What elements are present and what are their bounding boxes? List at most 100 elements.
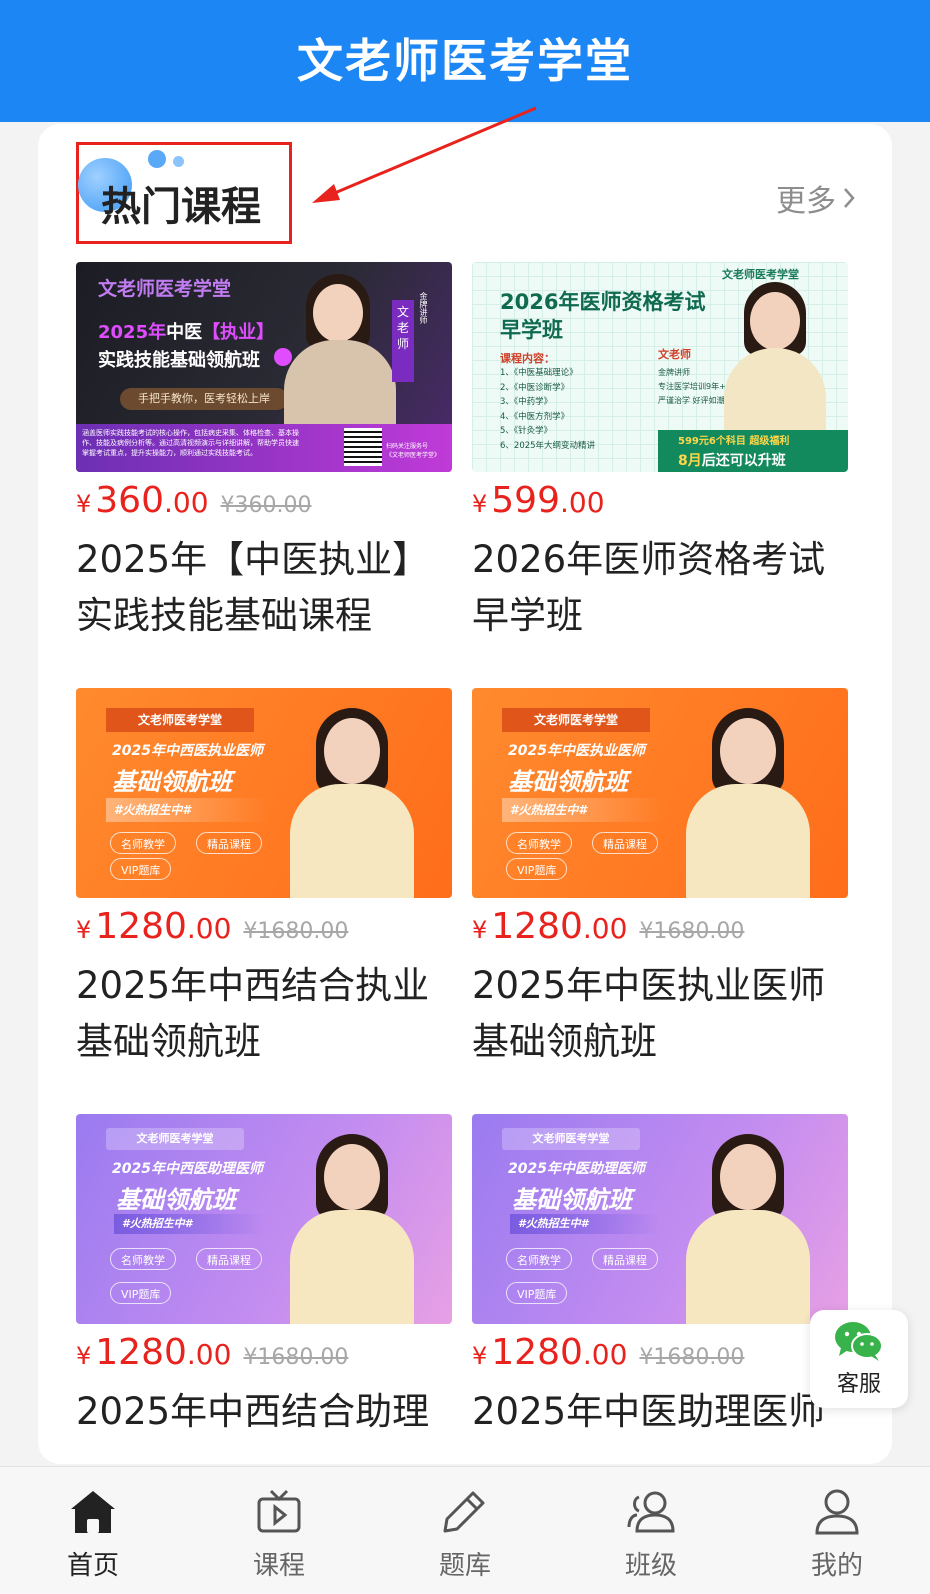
- teacher-title: 金牌讲师: [419, 292, 428, 324]
- thumb-tagline: 手把手教你，医考轻松上岸: [120, 388, 288, 410]
- course-name[interactable]: 2025年中医执业医师基础领航班: [472, 958, 848, 1070]
- tab-label: 班级: [624, 1551, 677, 1581]
- title-bubble-decoration: [148, 150, 166, 168]
- course-thumbnail[interactable]: 文老师医考学堂 2025年中医执业医师 基础领航班 #火热招生中# 名师教学 精…: [472, 688, 848, 898]
- pencil-icon: [443, 1491, 485, 1533]
- more-label: 更多: [776, 184, 836, 219]
- price-decimal: .00: [582, 1338, 628, 1371]
- thumb-chip: 名师教学: [506, 1248, 572, 1270]
- tab-question-bank[interactable]: 题库: [372, 1467, 558, 1594]
- price-row: ¥ 1280 .00 ¥1680.00: [76, 1332, 348, 1382]
- tab-courses[interactable]: 课程: [186, 1467, 372, 1594]
- app-title: 文老师医考学堂: [297, 34, 633, 88]
- thumb-title: 基础领航班: [116, 1186, 236, 1214]
- original-price: ¥1680.00: [243, 1345, 349, 1370]
- video-icon: [257, 1489, 301, 1533]
- bottom-tab-bar: 首页 课程 题库 班级 我的: [0, 1466, 930, 1594]
- thumb-chip: VIP题库: [110, 1282, 172, 1304]
- price-row: ¥ 1280 .00 ¥1680.00: [76, 906, 348, 956]
- thumb-chip: 名师教学: [110, 1248, 176, 1270]
- users-icon: [627, 1491, 675, 1533]
- original-price: ¥1680.00: [639, 919, 745, 944]
- original-price: ¥360.00: [220, 493, 312, 518]
- price-row: ¥ 599 .00: [472, 480, 617, 530]
- thumb-teacher: 文老师: [658, 348, 691, 361]
- course-name[interactable]: 2026年医师资格考试早学班: [472, 532, 848, 644]
- thumb-teacher-lines: 金牌讲师 专注医学培训9年+ 严谨治学 好评如潮: [658, 368, 726, 405]
- course-thumbnail[interactable]: 文老师医考学堂 2025年中西医助理医师 基础领航班 #火热招生中# 名师教学 …: [76, 1114, 452, 1324]
- original-price: ¥1680.00: [639, 1345, 745, 1370]
- thumb-chip: VIP题库: [506, 858, 568, 880]
- thumb-title: 基础领航班: [112, 768, 232, 796]
- tab-profile[interactable]: 我的: [744, 1467, 930, 1594]
- thumb-chip: 名师教学: [506, 832, 572, 854]
- thumb-headline: 2025年中医【执业】: [98, 322, 275, 343]
- wechat-icon: [835, 1322, 883, 1361]
- user-icon: [815, 1489, 859, 1535]
- qr-note: 扫码关注服务号 《文老师医考学堂》: [386, 443, 441, 459]
- tab-class[interactable]: 班级: [558, 1467, 744, 1594]
- price-row: ¥ 360 .00 ¥360.00: [76, 480, 312, 530]
- price-integer: 1280: [95, 906, 187, 947]
- teacher-photo: [280, 274, 400, 424]
- thumb-hot: #火热招生中#: [114, 1214, 264, 1234]
- price-currency: ¥: [472, 916, 488, 944]
- customer-service-button[interactable]: 客服: [810, 1310, 908, 1408]
- hot-courses-card: 热门课程 更多 文老师医考学堂 2025年中医【执业】 实践技能基础领航班 手把…: [38, 124, 892, 1464]
- app-header: 文老师医考学堂: [0, 0, 930, 122]
- course-thumbnail[interactable]: 文老师医考学堂 2026年医师资格考试 早学班 课程内容： 1、《中医基础理论》…: [472, 262, 848, 472]
- price-integer: 599: [491, 480, 560, 521]
- thumb-promo: 599元6个科目 超级福利: [678, 436, 790, 447]
- teacher-tag: 文老师: [392, 300, 414, 382]
- thumb-hot: #火热招生中#: [502, 798, 664, 822]
- tab-home[interactable]: 首页: [0, 1467, 186, 1594]
- teacher-photo: [678, 708, 818, 898]
- price-row: ¥ 1280 .00 ¥1680.00: [472, 1332, 744, 1382]
- thumb-course-list: 1、《中医基础理论》 2、《中医诊断学》 3、《中药学》 4、《中医方剂学》 5、《针灸…: [500, 368, 596, 451]
- price-decimal: .00: [164, 486, 209, 519]
- thumb-chip: 精品课程: [196, 1248, 262, 1270]
- thumb-chip: 精品课程: [592, 832, 658, 854]
- thumb-title: 2026年医师资格考试: [500, 290, 706, 314]
- course-name[interactable]: 2025年【中医执业】实践技能基础课程: [76, 532, 452, 644]
- tab-label: 课程: [252, 1551, 305, 1581]
- course-name[interactable]: 2025年中医助理医师: [472, 1384, 848, 1440]
- thumb-subtitle: 2025年中医助理医师: [508, 1161, 645, 1177]
- thumb-brand: 文老师医考学堂: [106, 1128, 244, 1150]
- course-name[interactable]: 2025年中西结合执业基础领航班: [76, 958, 452, 1070]
- price-row: ¥ 1280 .00 ¥1680.00: [472, 906, 744, 956]
- price-integer: 1280: [491, 1332, 583, 1373]
- course-thumbnail[interactable]: 文老师医考学堂 2025年中医助理医师 基础领航班 #火热招生中# 名师教学 精…: [472, 1114, 848, 1324]
- thumb-brand: 文老师医考学堂: [98, 278, 232, 300]
- course-thumbnail[interactable]: 文老师医考学堂 2025年中西医执业医师 基础领航班 #火热招生中# 名师教学 …: [76, 688, 452, 898]
- tab-label: 题库: [438, 1551, 491, 1581]
- title-bubble-decoration: [173, 156, 184, 167]
- price-decimal: .00: [560, 486, 605, 519]
- qr-code: [344, 428, 382, 466]
- price-integer: 1280: [491, 906, 583, 947]
- thumb-content-label: 课程内容：: [500, 352, 555, 365]
- thumb-brand: 文老师医考学堂: [106, 708, 254, 732]
- price-decimal: .00: [186, 1338, 232, 1371]
- course-thumbnail[interactable]: 文老师医考学堂 2025年中医【执业】 实践技能基础领航班 手把手教你，医考轻松…: [76, 262, 452, 472]
- course-name[interactable]: 2025年中西结合助理: [76, 1384, 452, 1440]
- more-link[interactable]: 更多: [776, 176, 856, 220]
- thumb-title-2: 早学班: [500, 318, 563, 342]
- price-currency: ¥: [472, 1342, 488, 1370]
- teacher-photo: [720, 282, 830, 432]
- thumb-chip: 精品课程: [592, 1248, 658, 1270]
- thumb-brand: 文老师医考学堂: [502, 708, 650, 732]
- thumb-description: 涵盖医师实践技能考试的核心操作，包括病史采集、体格检查、基本操 作、技能及病例分析…: [82, 429, 299, 457]
- price-currency: ¥: [472, 490, 488, 518]
- thumb-chip: 精品课程: [196, 832, 262, 854]
- price-currency: ¥: [76, 490, 92, 518]
- thumb-chip: VIP题库: [506, 1282, 568, 1304]
- thumb-title: 基础领航班: [512, 1186, 632, 1214]
- home-icon: [71, 1491, 115, 1533]
- customer-service-label: 客服: [836, 1372, 881, 1397]
- tab-label: 我的: [810, 1551, 863, 1581]
- thumb-subtitle: 2025年中西医执业医师: [112, 743, 263, 759]
- thumb-subtitle: 2025年中医执业医师: [508, 743, 645, 759]
- section-title: 热门课程: [101, 184, 261, 230]
- price-currency: ¥: [76, 916, 92, 944]
